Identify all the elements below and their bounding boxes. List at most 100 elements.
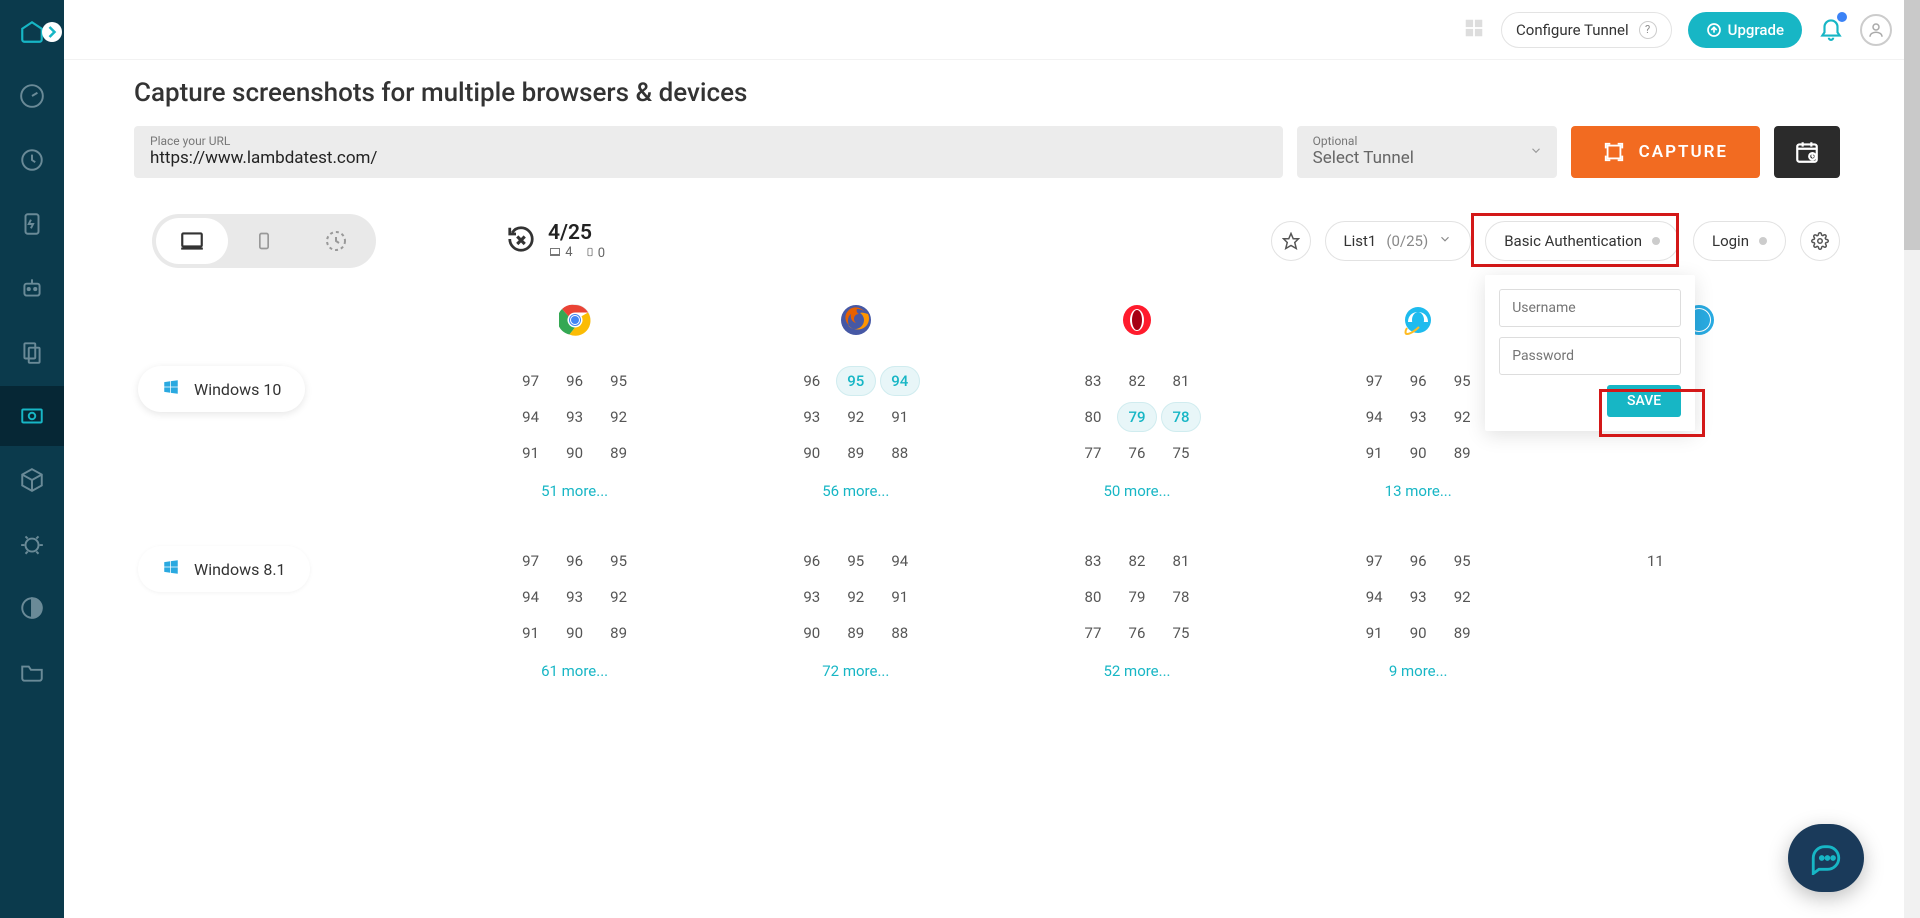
settings-button[interactable] <box>1800 221 1840 261</box>
version-cell[interactable]: 93 <box>1398 402 1438 432</box>
more-versions-link[interactable]: 72 more... <box>822 662 889 680</box>
more-versions-link[interactable]: 50 more... <box>1103 482 1170 500</box>
basic-auth-dropdown[interactable]: Basic Authentication <box>1485 221 1679 261</box>
version-cell[interactable]: 77 <box>1073 438 1113 468</box>
version-cell[interactable]: 88 <box>880 618 920 648</box>
version-cell[interactable]: 95 <box>836 546 876 576</box>
auth-save-button[interactable]: SAVE <box>1607 385 1681 417</box>
version-cell[interactable]: 82 <box>1117 546 1157 576</box>
version-cell[interactable]: 77 <box>1073 618 1113 648</box>
version-cell[interactable]: 75 <box>1161 618 1201 648</box>
device-desktop-option[interactable] <box>156 218 228 264</box>
nav-screenshot-icon[interactable] <box>0 386 64 446</box>
version-cell[interactable]: 96 <box>792 546 832 576</box>
version-cell[interactable]: 96 <box>555 366 595 396</box>
version-cell[interactable]: 95 <box>599 366 639 396</box>
more-versions-link[interactable]: 52 more... <box>1103 662 1170 680</box>
version-cell[interactable]: 92 <box>599 402 639 432</box>
version-cell[interactable]: 89 <box>836 618 876 648</box>
version-cell[interactable]: 75 <box>1161 438 1201 468</box>
tunnel-select[interactable]: Optional Select Tunnel <box>1297 126 1557 178</box>
version-cell[interactable]: 81 <box>1161 546 1201 576</box>
version-cell[interactable]: 91 <box>511 618 551 648</box>
version-cell[interactable]: 89 <box>1442 438 1482 468</box>
nav-robot-icon[interactable] <box>0 258 64 318</box>
version-cell[interactable]: 76 <box>1117 618 1157 648</box>
nav-history-icon[interactable] <box>0 130 64 190</box>
version-cell[interactable]: 82 <box>1117 366 1157 396</box>
version-cell[interactable]: 95 <box>599 546 639 576</box>
version-cell[interactable]: 91 <box>1354 438 1394 468</box>
device-mobile-option[interactable] <box>228 218 300 264</box>
schedule-button[interactable] <box>1774 126 1840 178</box>
version-cell[interactable]: 97 <box>511 546 551 576</box>
version-cell[interactable]: 90 <box>555 618 595 648</box>
version-cell[interactable]: 95 <box>1442 546 1482 576</box>
configure-tunnel-button[interactable]: Configure Tunnel ? <box>1501 12 1672 48</box>
version-cell[interactable]: 91 <box>880 402 920 432</box>
version-cell[interactable]: 91 <box>511 438 551 468</box>
version-cell[interactable]: 94 <box>511 402 551 432</box>
version-cell[interactable]: 92 <box>1442 582 1482 612</box>
version-cell[interactable]: 78 <box>1161 582 1201 612</box>
login-dropdown[interactable]: Login <box>1693 221 1786 261</box>
version-cell[interactable]: 80 <box>1073 402 1113 432</box>
more-versions-link[interactable]: 61 more... <box>541 662 608 680</box>
version-cell[interactable]: 93 <box>555 402 595 432</box>
version-cell[interactable]: 92 <box>836 582 876 612</box>
version-cell[interactable]: 83 <box>1073 366 1113 396</box>
more-versions-link[interactable]: 13 more... <box>1385 482 1452 500</box>
device-history-option[interactable] <box>300 218 372 264</box>
nav-battery-icon[interactable] <box>0 194 64 254</box>
user-avatar-icon[interactable] <box>1860 14 1892 46</box>
version-cell[interactable]: 92 <box>599 582 639 612</box>
version-cell[interactable]: 79 <box>1117 582 1157 612</box>
version-cell[interactable]: 90 <box>555 438 595 468</box>
url-input[interactable] <box>150 148 1267 168</box>
version-cell[interactable]: 91 <box>1354 618 1394 648</box>
version-cell[interactable]: 95 <box>1442 366 1482 396</box>
version-cell[interactable]: 94 <box>511 582 551 612</box>
version-cell[interactable]: 94 <box>880 546 920 576</box>
version-cell[interactable]: 78 <box>1161 402 1201 432</box>
version-cell[interactable]: 94 <box>1354 582 1394 612</box>
nav-cube-icon[interactable] <box>0 450 64 510</box>
version-cell[interactable]: 92 <box>836 402 876 432</box>
url-input-wrap[interactable]: Place your URL <box>134 126 1283 178</box>
version-cell[interactable]: 97 <box>1354 366 1394 396</box>
version-cell[interactable]: 89 <box>599 618 639 648</box>
version-cell[interactable]: 92 <box>1442 402 1482 432</box>
version-cell[interactable]: 97 <box>1354 546 1394 576</box>
favorite-button[interactable] <box>1271 221 1311 261</box>
version-cell[interactable]: 81 <box>1161 366 1201 396</box>
scrollbar[interactable] <box>1904 0 1920 918</box>
nav-clipboard-icon[interactable] <box>0 322 64 382</box>
capture-button[interactable]: CAPTURE <box>1571 126 1760 178</box>
list-dropdown[interactable]: List1 (0/25) <box>1325 221 1472 261</box>
version-cell[interactable]: 90 <box>1398 618 1438 648</box>
logo[interactable] <box>8 8 56 56</box>
auth-username-input[interactable] <box>1499 289 1681 327</box>
version-cell[interactable]: 90 <box>792 438 832 468</box>
version-cell[interactable]: 95 <box>836 366 876 396</box>
version-cell[interactable]: 96 <box>1398 366 1438 396</box>
upgrade-button[interactable]: Upgrade <box>1688 12 1802 48</box>
version-cell[interactable]: 90 <box>1398 438 1438 468</box>
more-versions-link[interactable]: 51 more... <box>541 482 608 500</box>
version-cell[interactable]: 94 <box>880 366 920 396</box>
version-cell[interactable]: 97 <box>511 366 551 396</box>
nav-bug-icon[interactable] <box>0 514 64 574</box>
version-cell[interactable]: 89 <box>1442 618 1482 648</box>
apps-grid-icon[interactable] <box>1463 17 1485 43</box>
version-cell[interactable]: 93 <box>1398 582 1438 612</box>
version-cell[interactable]: 89 <box>599 438 639 468</box>
nav-contrast-icon[interactable] <box>0 578 64 638</box>
version-cell[interactable]: 11 <box>1635 546 1675 576</box>
reset-icon[interactable] <box>506 224 536 258</box>
version-cell[interactable]: 96 <box>792 366 832 396</box>
version-cell[interactable]: 83 <box>1073 546 1113 576</box>
more-versions-link[interactable]: 56 more... <box>822 482 889 500</box>
more-versions-link[interactable]: 9 more... <box>1389 662 1448 680</box>
os-chip[interactable]: Windows 10 <box>138 366 305 412</box>
version-cell[interactable]: 93 <box>792 402 832 432</box>
